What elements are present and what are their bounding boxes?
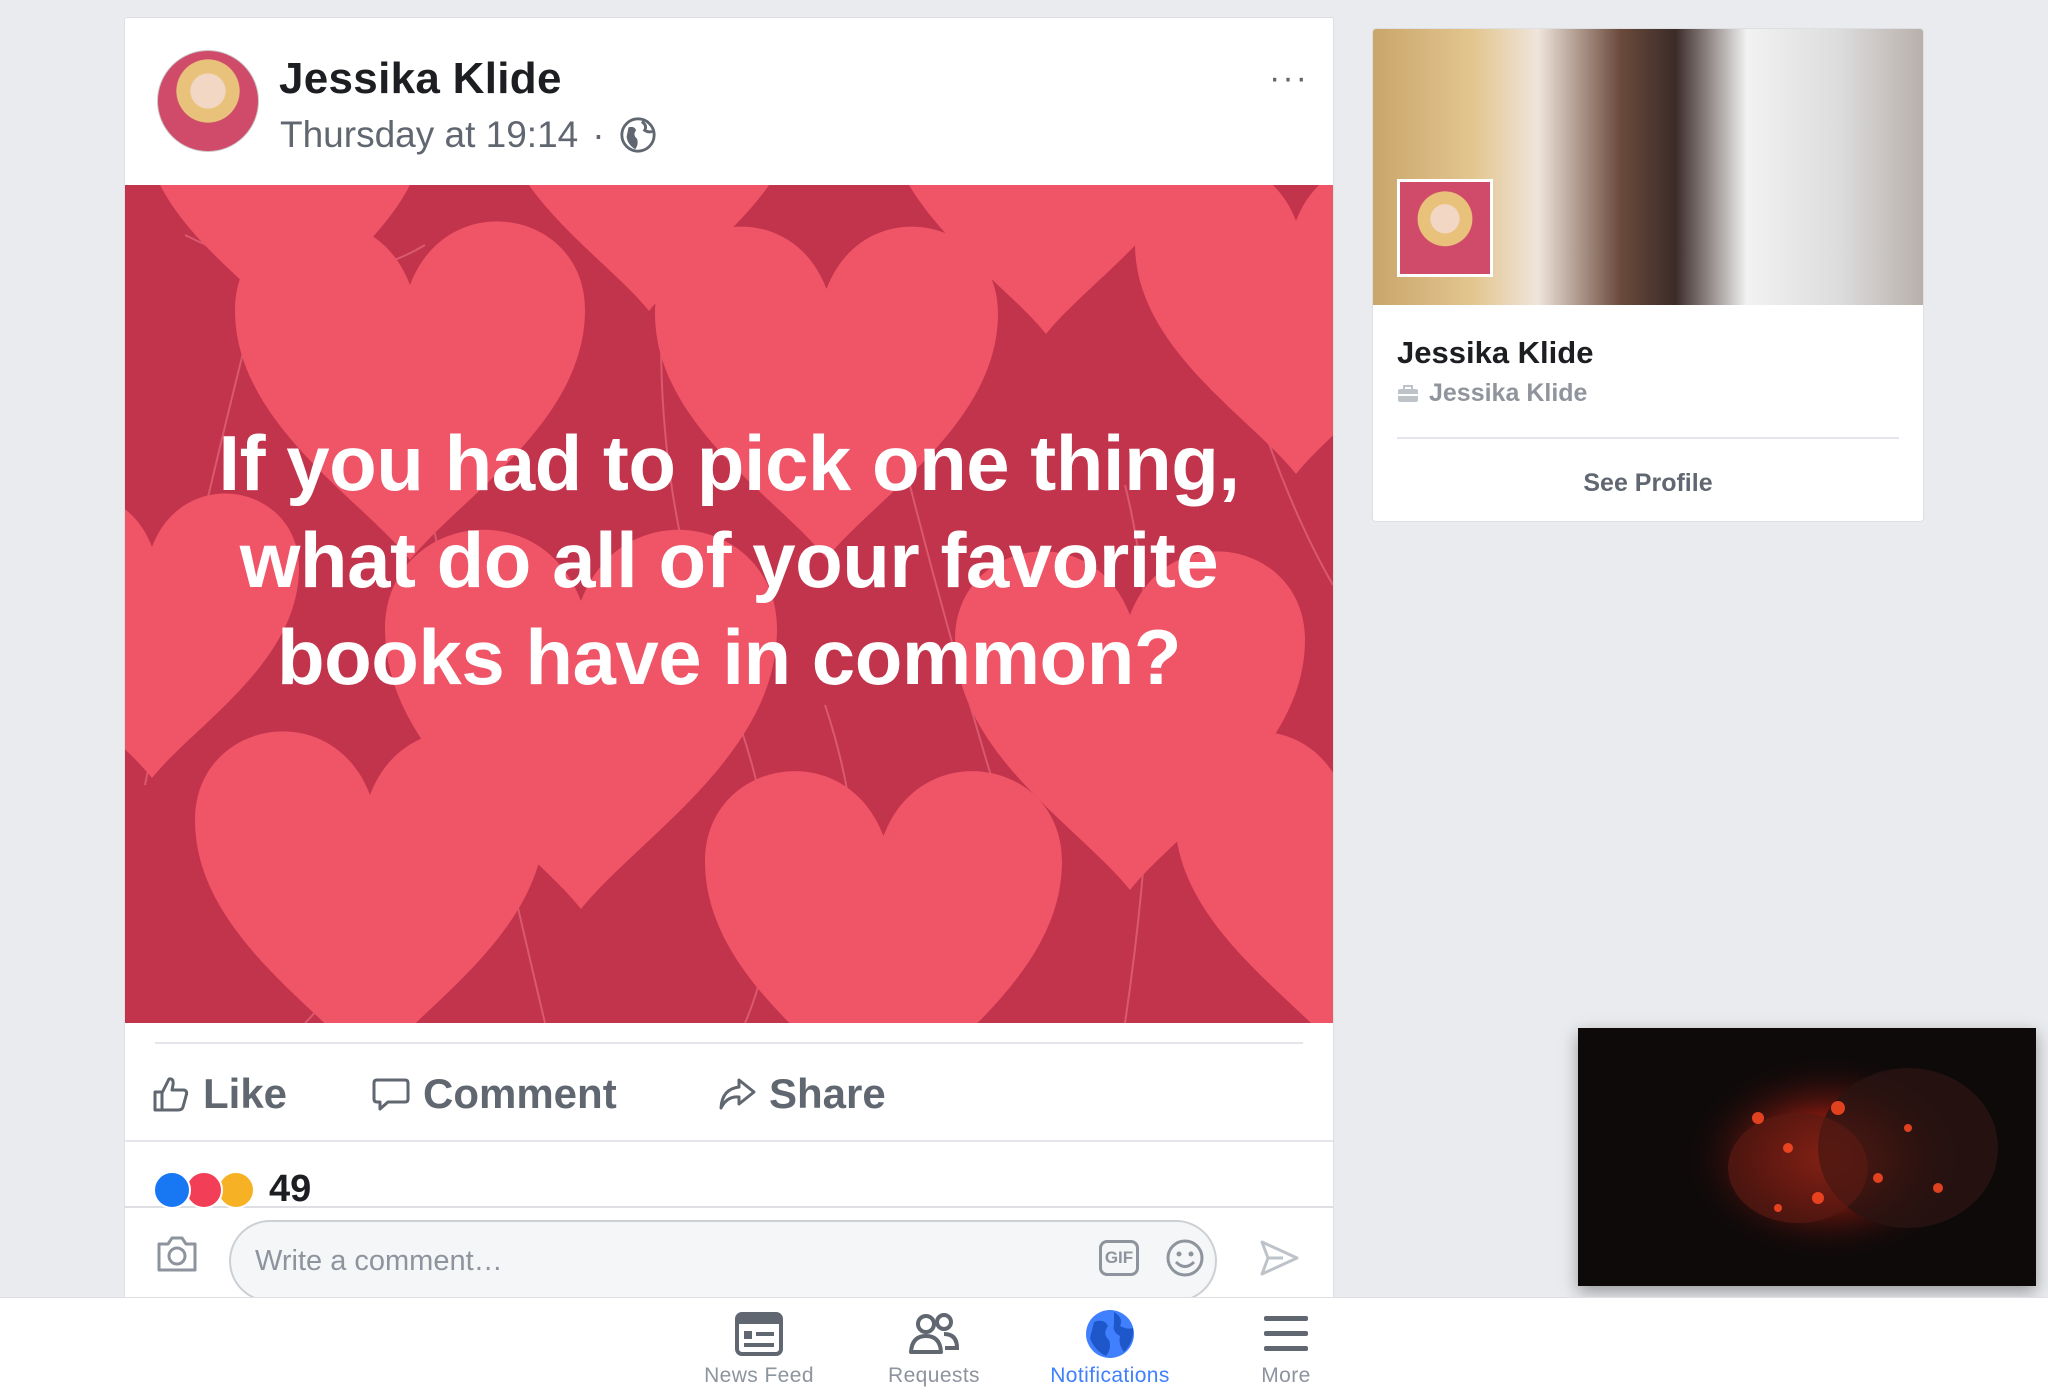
floating-video-player[interactable]: [1578, 1028, 2036, 1286]
tab-label: More: [1261, 1364, 1311, 1387]
post-actions: Like Comment Share: [125, 1052, 1333, 1138]
post-image-text: If you had to pick one thing, what do al…: [218, 419, 1240, 701]
divider: [125, 1140, 1333, 1142]
post-header: Jessika Klide Thursday at 19:14 · ···: [125, 18, 1333, 184]
send-icon[interactable]: [1259, 1238, 1299, 1278]
divider: [155, 1042, 1303, 1044]
notifications-globe-icon: [1086, 1310, 1134, 1358]
comment-label: Comment: [423, 1070, 617, 1117]
tab-label: Requests: [888, 1364, 980, 1387]
globe-icon: [620, 117, 656, 153]
reactions-summary[interactable]: 49: [153, 1168, 311, 1211]
divider: [1397, 437, 1899, 439]
more-options-icon[interactable]: ···: [1269, 61, 1309, 95]
author-avatar[interactable]: [157, 50, 259, 152]
comment-composer: GIF: [125, 1206, 1333, 1298]
emoji-icon[interactable]: [1165, 1238, 1205, 1278]
profile-avatar[interactable]: [1397, 179, 1493, 277]
friend-requests-icon: [909, 1313, 960, 1354]
comment-input[interactable]: [229, 1220, 1217, 1298]
see-profile-button[interactable]: See Profile: [1373, 469, 1923, 498]
post-timestamp[interactable]: Thursday at 19:14: [280, 114, 578, 156]
like-button[interactable]: Like: [151, 1070, 287, 1118]
video-frame: [1578, 1028, 2036, 1286]
briefcase-icon: [1398, 384, 1418, 402]
thumbs-up-icon: [153, 1077, 189, 1112]
profile-subtitle-text: Jessika Klide: [1429, 379, 1588, 407]
tab-requests[interactable]: Requests: [849, 1308, 1019, 1388]
meta-separator: ·: [592, 114, 605, 155]
news-feed-icon: [735, 1312, 783, 1356]
menu-icon: [1264, 1316, 1308, 1351]
like-label: Like: [203, 1070, 288, 1117]
tab-news-feed[interactable]: News Feed: [674, 1308, 844, 1388]
camera-icon[interactable]: [155, 1234, 199, 1274]
bottom-tab-bar: News Feed Requests Notifications More: [0, 1297, 2048, 1397]
profile-subtitle: Jessika Klide: [1397, 379, 1587, 408]
post-meta: Thursday at 19:14 ·: [280, 114, 657, 156]
share-button[interactable]: Share: [717, 1070, 886, 1118]
post-card: Jessika Klide Thursday at 19:14 · ··· If…: [124, 17, 1334, 1299]
comment-bubble-icon: [372, 1078, 410, 1111]
gif-icon[interactable]: GIF: [1099, 1240, 1139, 1276]
tab-label: Notifications: [1050, 1364, 1170, 1387]
like-reaction-icon: [153, 1170, 191, 1209]
comment-button[interactable]: Comment: [371, 1070, 617, 1118]
tab-label: News Feed: [704, 1364, 814, 1387]
post-image[interactable]: If you had to pick one thing, what do al…: [125, 185, 1333, 1023]
share-arrow-icon: [719, 1078, 756, 1110]
tab-more[interactable]: More: [1201, 1308, 1371, 1388]
profile-card: Jessika Klide Jessika Klide See Profile: [1372, 28, 1924, 522]
reaction-count: 49: [269, 1168, 312, 1210]
profile-name[interactable]: Jessika Klide: [1397, 335, 1593, 371]
tab-notifications[interactable]: Notifications: [1025, 1308, 1195, 1388]
share-label: Share: [769, 1070, 886, 1117]
author-name[interactable]: Jessika Klide: [279, 54, 562, 104]
